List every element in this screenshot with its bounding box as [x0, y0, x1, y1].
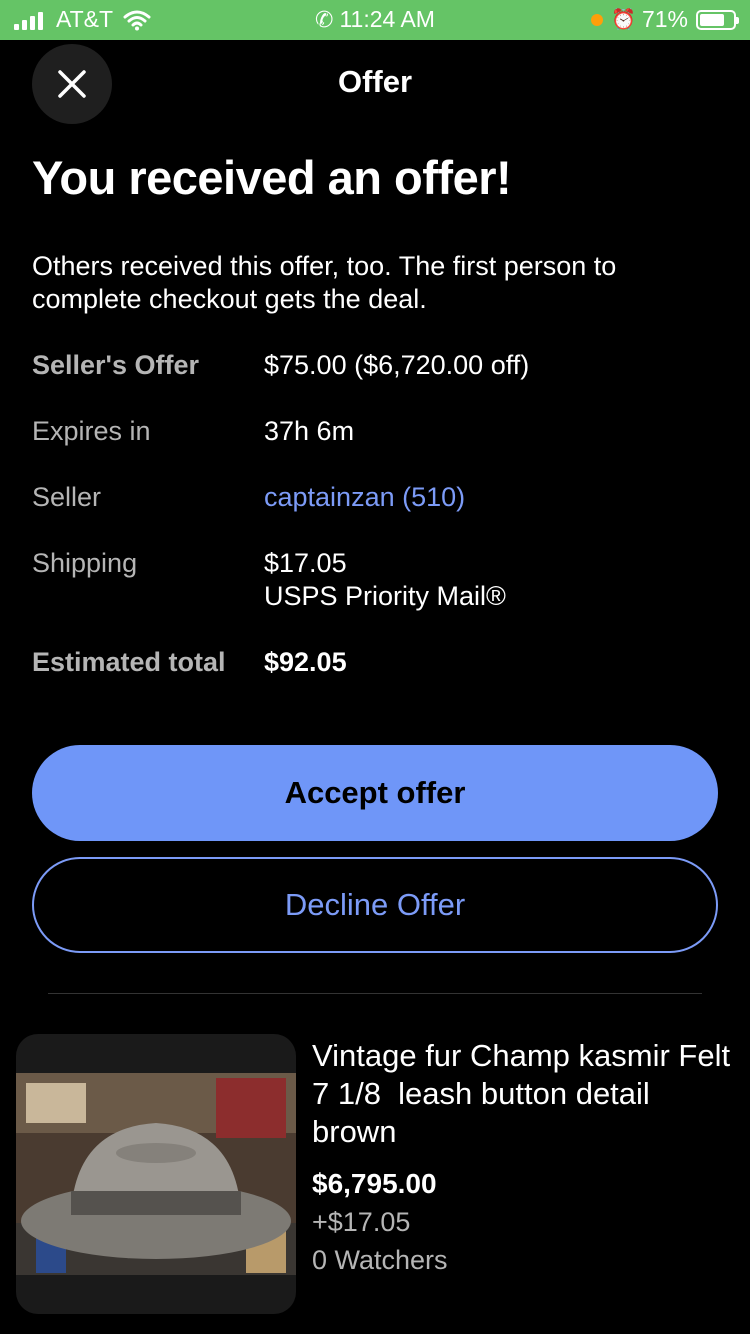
hat-photo — [16, 1073, 296, 1275]
offer-headline: You received an offer! — [32, 151, 512, 204]
shipping-row: Shipping $17.05 USPS Priority Mail® — [32, 547, 722, 617]
item-image[interactable] — [16, 1034, 296, 1314]
item-price: $6,795.00 — [312, 1168, 437, 1199]
status-right: ⏰ 71% — [591, 6, 739, 33]
shipping-cost: $17.05 — [264, 548, 347, 578]
sellers-offer-row: Seller's Offer $75.00 ($6,720.00 off) — [32, 349, 722, 389]
seller-label: Seller — [32, 482, 102, 512]
status-bar: AT&T ✆ 11:24 AM ⏰ 71% — [0, 0, 750, 40]
expires-label: Expires in — [32, 416, 151, 446]
alarm-icon: ⏰ — [611, 9, 636, 31]
shipping-method: USPS Priority Mail® — [264, 581, 506, 611]
item-shipping: +$17.05 — [312, 1207, 411, 1237]
item-title[interactable]: Vintage fur Champ kasmir Felt 7 1/8 leas… — [312, 1037, 732, 1151]
divider — [48, 993, 702, 994]
battery-percent: 71% — [641, 6, 688, 32]
estimated-total-row: Estimated total $92.05 — [32, 646, 722, 686]
sellers-offer-value: $75.00 ($6,720.00 off) — [264, 350, 530, 380]
expires-row: Expires in 37h 6m — [32, 415, 722, 455]
offer-description: Others received this offer, too. The fir… — [32, 251, 617, 314]
item-watchers: 0 Watchers — [312, 1245, 448, 1275]
status-time: 11:24 AM — [339, 6, 435, 32]
shipping-label: Shipping — [32, 548, 138, 578]
accept-offer-button[interactable]: Accept offer — [32, 745, 718, 841]
estimated-total-label: Estimated total — [32, 647, 226, 677]
offer-screen: AT&T ✆ 11:24 AM ⏰ 71% Offer You received … — [0, 0, 750, 1334]
decline-offer-button[interactable]: Decline Offer — [32, 857, 718, 953]
expires-value: 37h 6m — [264, 416, 355, 446]
estimated-total-value: $92.05 — [264, 647, 347, 677]
battery-icon — [696, 9, 739, 30]
privacy-indicator-dot — [591, 13, 604, 26]
seller-row: Seller captainzan (510) — [32, 481, 722, 521]
page-title: Offer — [337, 64, 413, 99]
sellers-offer-label: Seller's Offer — [32, 350, 199, 380]
phone-call-icon: ✆ — [315, 7, 334, 32]
seller-link[interactable]: captainzan (510) — [264, 481, 465, 514]
